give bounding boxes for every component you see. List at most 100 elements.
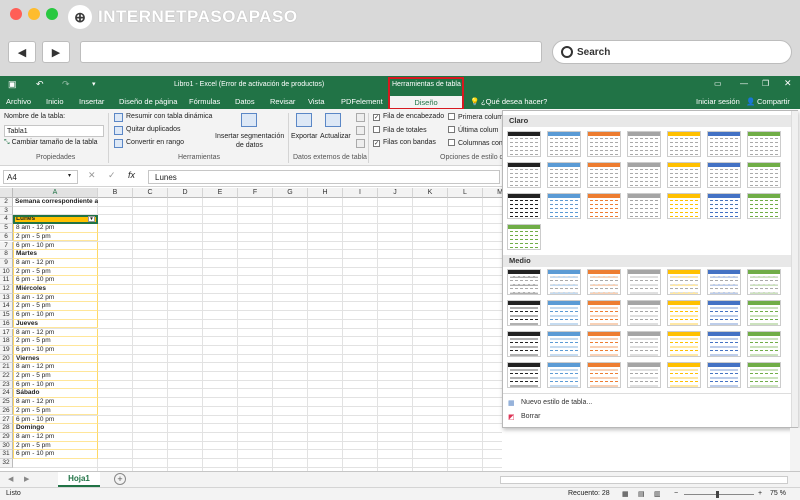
cell-a7[interactable]: 6 pm - 10 pm [13,241,98,251]
cell-a14[interactable]: 2 pm - 5 pm [13,302,98,312]
column-header[interactable]: K [413,188,448,198]
table-style-swatch[interactable] [547,331,581,357]
clear-style-button[interactable]: Borrar [521,413,540,420]
back-button[interactable]: ◀ [8,41,36,63]
row-header[interactable]: 28 [0,424,13,433]
maximize-window-button[interactable] [46,8,58,20]
cell-a19[interactable]: 6 pm - 10 pm [13,345,98,355]
cell-a31[interactable]: 6 pm - 10 pm [13,450,98,459]
summarize-pivot-button[interactable]: Resumir con tabla dinámica [126,113,212,120]
totals-row-checkbox[interactable]: Fila de totales [373,126,427,134]
gallery-scrollbar[interactable] [791,111,798,427]
table-style-swatch[interactable] [747,300,781,326]
zoom-slider-handle[interactable] [716,491,719,498]
column-header[interactable]: A [13,188,98,198]
table-style-swatch[interactable] [547,269,581,295]
table-style-swatch[interactable] [707,269,741,295]
table-style-swatch[interactable] [587,362,621,388]
table-style-swatch[interactable] [627,362,661,388]
table-style-swatch[interactable] [547,131,581,157]
tab-revisar[interactable]: Revisar [270,97,295,106]
cell-a10[interactable]: 2 pm - 5 pm [13,267,98,277]
last-column-checkbox[interactable]: Última colum [448,126,498,134]
redo-icon[interactable]: ↷ [62,79,70,90]
cell-a8[interactable]: Martes [13,250,98,259]
normal-view-icon[interactable]: ▦ [622,490,629,498]
share-button[interactable]: Compartir [757,97,790,106]
row-header[interactable]: 11 [0,276,13,285]
forward-button[interactable]: ▶ [42,41,70,63]
row-header[interactable]: 9 [0,258,13,268]
table-style-swatch[interactable] [707,193,741,219]
table-style-swatch[interactable] [747,331,781,357]
add-sheet-button[interactable]: + [114,473,126,485]
save-icon[interactable]: ▣ [8,79,17,90]
row-header[interactable]: 6 [0,232,13,242]
table-style-swatch[interactable] [707,131,741,157]
tab-vista[interactable]: Vista [308,97,325,106]
table-style-swatch[interactable] [747,193,781,219]
table-style-swatch[interactable] [667,193,701,219]
row-header[interactable]: 16 [0,319,13,329]
table-style-swatch[interactable] [707,362,741,388]
table-style-swatch[interactable] [587,193,621,219]
restore-icon[interactable]: ❐ [762,79,769,88]
table-style-swatch[interactable] [547,300,581,326]
horizontal-scrollbar[interactable] [500,476,788,484]
site-logo[interactable]: ⊕ INTERNETPASOAPASO [68,4,308,30]
table-style-swatch[interactable] [627,331,661,357]
minimize-icon[interactable]: — [740,79,748,88]
table-style-swatch[interactable] [627,162,661,188]
table-style-swatch[interactable] [747,362,781,388]
cell-a3[interactable] [13,207,98,216]
row-header[interactable]: 4 [0,215,13,225]
zoom-slider[interactable] [684,494,754,495]
table-style-swatch[interactable] [587,162,621,188]
cell-a27[interactable]: 6 pm - 10 pm [13,415,98,425]
unlink-icon[interactable] [356,139,365,148]
table-style-swatch[interactable] [507,269,541,295]
column-header[interactable]: B [98,188,133,198]
table-style-swatch[interactable] [667,131,701,157]
column-header[interactable]: L [448,188,483,198]
row-header[interactable]: 32 [0,459,13,468]
column-header[interactable]: G [273,188,308,198]
row-header[interactable]: 24 [0,389,13,399]
tab-formulas[interactable]: Fórmulas [189,97,220,106]
table-style-swatch[interactable] [707,300,741,326]
signin-link[interactable]: Iniciar sesión [696,97,740,106]
table-style-swatch[interactable] [667,362,701,388]
column-header[interactable]: M [483,188,502,198]
filter-dropdown-icon[interactable]: ▾ [88,216,95,223]
table-style-swatch[interactable] [667,162,701,188]
row-header[interactable]: 8 [0,250,13,259]
table-style-swatch[interactable] [747,269,781,295]
cell-a17[interactable]: 8 am - 12 pm [13,328,98,338]
next-sheet-icon[interactable]: ▶ [24,475,29,483]
tab-diseno-pagina[interactable]: Diseño de página [119,97,177,106]
page-break-icon[interactable]: ▥ [654,490,661,498]
table-style-swatch[interactable] [547,362,581,388]
cell-a24[interactable]: Sábado [13,389,98,399]
tab-inicio[interactable]: Inicio [46,97,64,106]
column-header[interactable]: J [378,188,413,198]
refresh-button[interactable]: Actualizar [320,133,351,140]
row-header[interactable]: 17 [0,328,13,338]
row-header[interactable]: 5 [0,224,13,233]
row-header[interactable]: 27 [0,415,13,425]
close-icon[interactable]: ✕ [784,78,792,89]
row-header[interactable]: 3 [0,206,13,216]
tab-pdfelement[interactable]: PDFelement [341,97,383,106]
cancel-icon[interactable]: ✕ [88,170,96,181]
table-style-swatch[interactable] [707,162,741,188]
table-style-swatch[interactable] [627,193,661,219]
table-style-swatch[interactable] [547,193,581,219]
cell-a12[interactable]: Miércoles [13,285,98,294]
customize-qat-icon[interactable]: ▾ [92,80,96,88]
close-window-button[interactable] [10,8,22,20]
table-style-swatch[interactable] [627,300,661,326]
row-header[interactable]: 15 [0,311,13,320]
cell-a25[interactable]: 8 am - 12 pm [13,398,98,407]
row-header[interactable]: 21 [0,363,13,372]
table-style-swatch[interactable] [507,362,541,388]
